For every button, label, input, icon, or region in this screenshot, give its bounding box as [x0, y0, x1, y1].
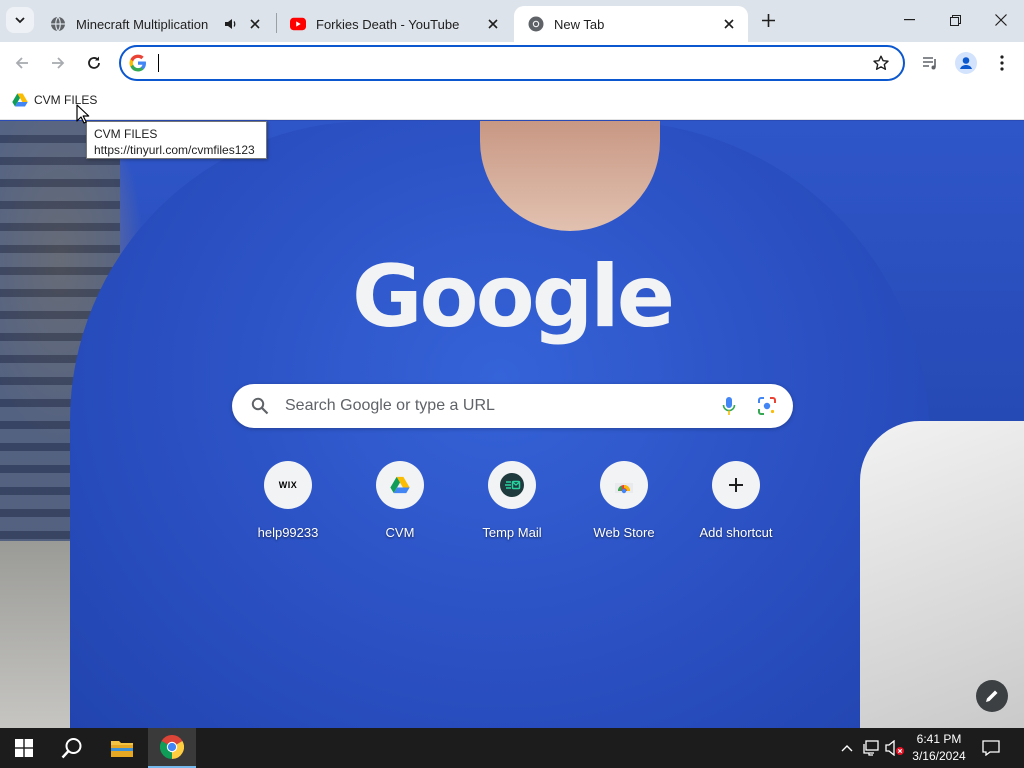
shortcut-label: Web Store	[593, 525, 655, 540]
tooltip-url: https://tinyurl.com/cvmfiles123	[94, 143, 255, 157]
pencil-icon	[986, 690, 998, 702]
shortcut-help99233[interactable]: WIX help99233	[232, 461, 344, 551]
chrome-icon	[528, 16, 544, 32]
clock-date: 3/16/2024	[912, 749, 966, 763]
globe-icon	[50, 16, 66, 32]
plus-icon	[729, 478, 743, 492]
speaker-icon[interactable]	[222, 15, 240, 33]
chrome-icon	[160, 735, 184, 759]
tooltip-title: CVM FILES	[94, 127, 158, 141]
tab-close-button[interactable]	[720, 15, 738, 33]
star-icon	[873, 55, 889, 70]
taskbar: 6:41 PM 3/16/2024	[0, 728, 1024, 768]
tab-close-button[interactable]	[484, 15, 502, 33]
media-controls-button[interactable]	[918, 50, 944, 76]
customize-chrome-button[interactable]	[976, 680, 1008, 712]
windows-icon	[15, 739, 33, 757]
close-window-button[interactable]	[978, 0, 1024, 40]
mouse-cursor-icon	[76, 104, 90, 124]
shortcut-label: Add shortcut	[699, 525, 773, 540]
bookmarks-bar: CVM FILES	[0, 84, 1024, 120]
bookmark-tooltip: CVM FILES https://tinyurl.com/cvmfiles12…	[86, 121, 267, 159]
google-lens-icon	[758, 397, 776, 415]
tab-strip: Minecraft Multiplication Forkies Death -…	[0, 0, 1024, 42]
search-placeholder: Search Google or type a URL	[285, 397, 495, 414]
restore-icon	[949, 14, 961, 26]
temp-mail-icon	[500, 473, 524, 497]
chevron-down-icon	[15, 17, 25, 24]
notification-icon	[982, 740, 1000, 756]
toolbar	[0, 42, 1024, 84]
new-tab-button[interactable]	[756, 8, 780, 32]
tab-title: New Tab	[554, 16, 605, 32]
google-g-icon	[129, 54, 146, 72]
address-input[interactable]	[157, 49, 867, 77]
tab-minecraft-multiplication[interactable]: Minecraft Multiplication	[36, 6, 274, 42]
minimize-button[interactable]	[886, 0, 932, 40]
show-hidden-icons-button[interactable]	[836, 728, 858, 768]
search-icon	[249, 395, 271, 417]
reload-icon	[88, 56, 100, 69]
tab-forkies-death-youtube[interactable]: Forkies Death - YouTube	[276, 6, 512, 42]
shortcut-temp-mail[interactable]: Temp Mail	[456, 461, 568, 551]
tab-title: Forkies Death - YouTube	[316, 16, 460, 32]
tab-title: Minecraft Multiplication	[76, 16, 209, 32]
shortcut-label: Temp Mail	[482, 525, 542, 540]
chevron-up-icon	[841, 745, 853, 752]
avatar-icon	[955, 52, 977, 74]
ntp-search-box[interactable]: Search Google or type a URL	[232, 384, 793, 428]
search-icon	[61, 738, 82, 759]
network-button[interactable]	[860, 728, 882, 768]
clock-time: 6:41 PM	[916, 732, 962, 746]
lens-search-button[interactable]	[755, 394, 779, 418]
notifications-button[interactable]	[978, 728, 1004, 768]
shortcut-label: CVM	[385, 525, 415, 540]
kebab-menu-icon	[1000, 55, 1004, 71]
file-explorer-button[interactable]	[98, 728, 146, 768]
shortcut-web-store[interactable]: Web Store	[568, 461, 680, 551]
address-bar[interactable]	[119, 45, 905, 81]
shortcut-label: help99233	[257, 525, 319, 540]
google-logo: Google	[351, 247, 675, 347]
speaker-muted-icon	[885, 740, 904, 756]
wix-icon: WIX	[264, 461, 312, 509]
web-store-icon	[615, 483, 633, 494]
tab-search-button[interactable]	[6, 7, 34, 33]
restore-button[interactable]	[932, 0, 978, 40]
folder-icon	[111, 741, 133, 757]
google-drive-icon	[390, 476, 410, 494]
bookmark-star-button[interactable]	[867, 49, 895, 77]
taskbar-search-button[interactable]	[48, 728, 96, 768]
forward-button[interactable]	[44, 49, 72, 77]
volume-button[interactable]	[884, 728, 906, 768]
close-icon	[995, 14, 1007, 26]
taskbar-clock[interactable]: 6:41 PM 3/16/2024	[906, 731, 972, 765]
media-queue-icon	[923, 57, 936, 70]
network-icon	[863, 740, 879, 756]
microphone-icon	[722, 397, 736, 415]
close-icon	[724, 19, 734, 29]
minimize-icon	[903, 19, 915, 21]
arrow-left-icon	[15, 57, 28, 69]
tab-close-button[interactable]	[246, 15, 264, 33]
close-icon	[488, 19, 498, 29]
arrow-right-icon	[52, 57, 65, 69]
plus-icon	[761, 13, 775, 27]
start-button[interactable]	[0, 728, 48, 768]
voice-search-button[interactable]	[717, 394, 741, 418]
reload-button[interactable]	[80, 49, 108, 77]
tab-new-tab[interactable]: New Tab	[514, 6, 748, 42]
shortcut-cvm[interactable]: CVM	[344, 461, 456, 551]
google-drive-icon	[12, 93, 28, 107]
profile-button[interactable]	[953, 50, 979, 76]
text-caret	[158, 54, 159, 72]
menu-button[interactable]	[989, 50, 1015, 76]
shortcut-add-shortcut[interactable]: Add shortcut	[680, 461, 792, 551]
chrome-taskbar-button[interactable]	[148, 728, 196, 768]
close-icon	[250, 19, 260, 29]
back-button[interactable]	[8, 49, 36, 77]
youtube-icon	[290, 16, 306, 32]
